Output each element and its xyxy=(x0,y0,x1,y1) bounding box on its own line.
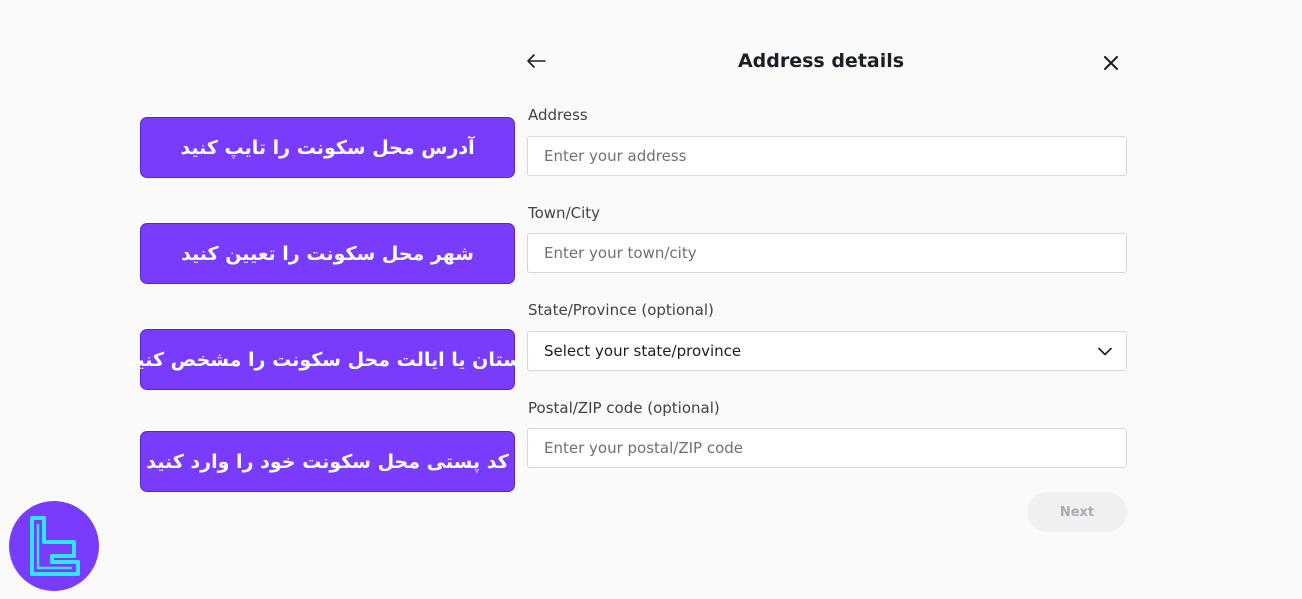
callout-state: استان یا ایالت محل سکونت را مشخص کنید xyxy=(127,329,528,390)
state-label: State/Province (optional) xyxy=(528,301,714,319)
callout-address: آدرس محل سکونت را تایپ کنید xyxy=(140,117,515,178)
arrow-left-icon xyxy=(527,54,546,68)
address-input[interactable] xyxy=(527,136,1127,176)
postal-label: Postal/ZIP code (optional) xyxy=(528,399,720,417)
next-button[interactable]: Next xyxy=(1027,492,1127,532)
page-title: Address details xyxy=(737,50,905,72)
address-label: Address xyxy=(528,106,588,124)
callout-postal: کد پستی محل سکونت خود را وارد کنید xyxy=(140,431,515,492)
brand-logo xyxy=(9,501,99,591)
close-button[interactable] xyxy=(1096,48,1126,78)
callout-city: شهر محل سکونت را تعیین کنید xyxy=(140,223,515,284)
back-button[interactable] xyxy=(520,46,552,76)
close-icon xyxy=(1104,56,1118,70)
city-input[interactable] xyxy=(527,233,1127,273)
state-select[interactable]: Select your state/province xyxy=(527,331,1127,371)
postal-input[interactable] xyxy=(527,428,1127,468)
chevron-down-icon xyxy=(1098,347,1112,355)
city-label: Town/City xyxy=(528,204,601,222)
brand-logo-icon xyxy=(30,516,80,576)
state-select-value: Select your state/province xyxy=(544,342,742,360)
